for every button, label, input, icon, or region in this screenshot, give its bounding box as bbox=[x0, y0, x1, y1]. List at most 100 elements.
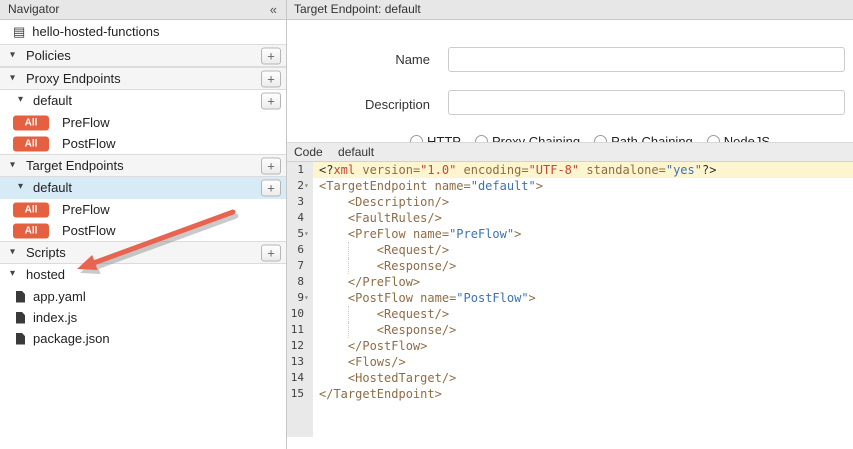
file-index-js[interactable]: index.js bbox=[0, 307, 286, 328]
caret-down-icon: ▾ bbox=[10, 263, 15, 285]
caret-down-icon: ▾ bbox=[18, 89, 23, 111]
flow-preflow[interactable]: AllPreFlow bbox=[0, 112, 286, 133]
gutter-row: 7 bbox=[287, 258, 313, 274]
gutter-row: 1 bbox=[287, 162, 313, 178]
description-field[interactable] bbox=[448, 90, 845, 115]
code-line: <Flows/> bbox=[313, 354, 853, 370]
add-default-button[interactable]: + bbox=[261, 93, 281, 110]
file-package-json[interactable]: package.json bbox=[0, 328, 286, 349]
add-scripts-button[interactable]: + bbox=[261, 244, 281, 261]
code-line: </TargetEndpoint> bbox=[313, 386, 853, 402]
gutter-row: 8 bbox=[287, 274, 313, 290]
flow-postflow[interactable]: All PostFlow bbox=[0, 133, 286, 154]
endpoint-form: HTTPProxy ChainingPath ChainingNodeJS Na… bbox=[287, 20, 853, 142]
caret-down-icon: ▾ bbox=[10, 44, 15, 65]
gutter-row: 11 bbox=[287, 322, 313, 338]
code-line: <Request/> bbox=[313, 306, 853, 322]
navigator-header: Navigator « bbox=[0, 0, 286, 20]
code-text-area[interactable]: <?xml version="1.0" encoding="UTF-8" sta… bbox=[313, 162, 853, 437]
file-icon bbox=[16, 333, 25, 345]
gutter-row: 2▾ bbox=[287, 178, 313, 194]
flow-preflow[interactable]: All PreFlow bbox=[0, 199, 286, 220]
gutter-row: 13 bbox=[287, 354, 313, 370]
line-number: 15 bbox=[291, 387, 304, 400]
app-window: Navigator « ▤hello-hosted-functions▾Poli… bbox=[0, 0, 853, 449]
list-icon: ▤ bbox=[13, 24, 25, 39]
proxy-hello-hosted-functions[interactable]: ▤hello-hosted-functions bbox=[0, 20, 286, 44]
code-line: <TargetEndpoint name="default"> bbox=[313, 178, 853, 194]
section-scripts[interactable]: ▾Scripts+ bbox=[0, 241, 286, 264]
item-label: PostFlow bbox=[62, 223, 115, 238]
code-line: <Description/> bbox=[313, 194, 853, 210]
all-badge: All bbox=[13, 202, 49, 217]
gutter-row: 5▾ bbox=[287, 226, 313, 242]
name-label: Name bbox=[287, 52, 430, 67]
code-line: <Response/> bbox=[313, 258, 853, 274]
node-default[interactable]: ▾ default + bbox=[0, 177, 286, 199]
code-header: Code default bbox=[287, 142, 853, 162]
all-badge: All bbox=[13, 223, 49, 238]
line-number: 2 bbox=[297, 179, 304, 192]
item-label: PreFlow bbox=[62, 115, 110, 130]
item-label: PreFlow bbox=[62, 202, 110, 217]
gutter-row: 14 bbox=[287, 370, 313, 386]
item-label: default bbox=[33, 180, 72, 195]
code-editor: 12▾345▾6789▾101112131415 <?xml version="… bbox=[287, 162, 853, 437]
item-label: app.yaml bbox=[33, 289, 86, 304]
file-icon bbox=[16, 312, 25, 324]
add-proxy-endpoints-button[interactable]: + bbox=[261, 70, 281, 87]
line-number: 8 bbox=[297, 275, 304, 288]
item-label: Proxy Endpoints bbox=[26, 71, 121, 86]
item-label: package.json bbox=[33, 331, 110, 346]
section-target-endpoints[interactable]: ▾Target Endpoints+ bbox=[0, 154, 286, 177]
navigator-title: Navigator bbox=[8, 2, 59, 16]
navigator-panel: Navigator « ▤hello-hosted-functions▾Poli… bbox=[0, 0, 287, 449]
item-label: Policies bbox=[26, 48, 71, 63]
item-label: PostFlow bbox=[62, 136, 115, 151]
gutter-row: 12 bbox=[287, 338, 313, 354]
flow-postflow[interactable]: All PostFlow bbox=[0, 220, 286, 241]
collapse-sidebar-button[interactable]: « bbox=[270, 0, 277, 19]
gutter-row: 9▾ bbox=[287, 290, 313, 306]
line-number: 5 bbox=[297, 227, 304, 240]
folder-hosted[interactable]: ▾hosted bbox=[0, 264, 286, 286]
gutter-row: 10 bbox=[287, 306, 313, 322]
gutter-row: 15 bbox=[287, 386, 313, 402]
line-number: 10 bbox=[291, 307, 304, 320]
name-field[interactable] bbox=[448, 47, 845, 72]
gutter-row: 6 bbox=[287, 242, 313, 258]
line-number: 7 bbox=[297, 259, 304, 272]
description-label: Description bbox=[287, 97, 430, 112]
line-number: 9 bbox=[297, 291, 304, 304]
all-badge: All bbox=[13, 136, 49, 151]
file-icon bbox=[16, 291, 25, 303]
code-line: </PreFlow> bbox=[313, 274, 853, 290]
indent-guide bbox=[348, 258, 349, 274]
navigator-tree: ▤hello-hosted-functions▾Policies+▾Proxy … bbox=[0, 20, 286, 349]
file-app-yaml[interactable]: app.yaml bbox=[0, 286, 286, 307]
fold-icon[interactable]: ▾ bbox=[304, 291, 313, 305]
section-policies[interactable]: ▾ Policies + bbox=[0, 44, 286, 67]
item-label: index.js bbox=[33, 310, 77, 325]
line-number: 6 bbox=[297, 243, 304, 256]
gutter-row: 3 bbox=[287, 194, 313, 210]
item-label: Scripts bbox=[26, 245, 66, 260]
fold-icon[interactable]: ▾ bbox=[304, 179, 313, 193]
add-policies-button[interactable]: + bbox=[261, 47, 281, 64]
endpoint-header: Target Endpoint: default bbox=[287, 0, 853, 20]
gutter-row: 4 bbox=[287, 210, 313, 226]
indent-guide bbox=[348, 306, 349, 322]
add-default-button[interactable]: + bbox=[261, 180, 281, 197]
line-number: 12 bbox=[291, 339, 304, 352]
gutter: 12▾345▾6789▾101112131415 bbox=[287, 162, 313, 437]
fold-icon[interactable]: ▾ bbox=[304, 227, 313, 241]
code-line: <PreFlow name="PreFlow"> bbox=[313, 226, 853, 242]
node-default[interactable]: ▾default+ bbox=[0, 90, 286, 112]
caret-down-icon: ▾ bbox=[10, 67, 15, 88]
code-line: <FaultRules/> bbox=[313, 210, 853, 226]
add-target-endpoints-button[interactable]: + bbox=[261, 157, 281, 174]
section-proxy-endpoints[interactable]: ▾ Proxy Endpoints + bbox=[0, 67, 286, 90]
line-number: 3 bbox=[297, 195, 304, 208]
caret-down-icon: ▾ bbox=[18, 176, 23, 198]
code-line: </PostFlow> bbox=[313, 338, 853, 354]
